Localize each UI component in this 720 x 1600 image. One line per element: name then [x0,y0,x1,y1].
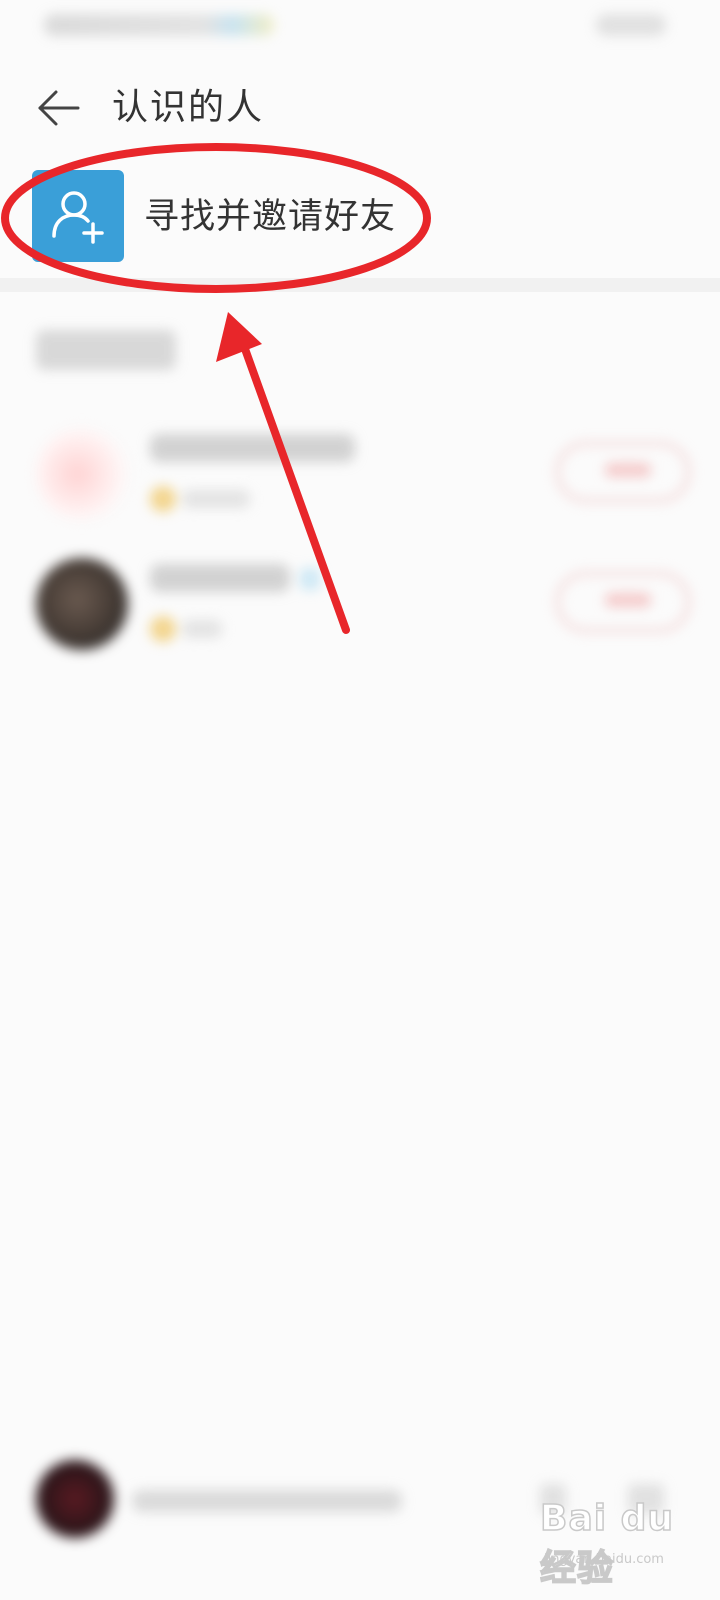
medal-icon [150,486,176,512]
back-button[interactable] [26,80,90,136]
find-invite-friends-item[interactable]: 寻找并邀请好友 [0,160,720,278]
contact-subtitle [182,490,250,508]
avatar [36,558,128,650]
annotation-arrow-head [216,312,262,362]
status-icons-left [44,14,274,36]
contact-item[interactable] [0,420,720,540]
now-playing-text [132,1490,402,1512]
contact-name [150,564,290,592]
medal-icon [150,616,176,642]
status-bar [0,0,720,60]
contact-name [150,434,355,462]
album-cover [36,1460,114,1538]
follow-button[interactable] [556,572,690,632]
status-icons-right [596,14,666,36]
contact-subtitle [182,620,222,638]
follow-button[interactable] [556,442,690,502]
contact-item[interactable] [0,550,720,670]
avatar [36,428,128,520]
add-user-icon [32,170,124,262]
section-header [36,330,176,370]
watermark-url: jingyan.baidu.com [544,1552,664,1567]
baidu-watermark: Bai du 经验 jingyan.baidu.com [539,1490,710,1590]
section-divider [0,278,720,292]
invite-label: 寻找并邀请好友 [144,197,397,237]
watermark-brand: Bai du 经验 [539,1497,675,1590]
header: 认识的人 [0,60,720,160]
arrow-left-icon [38,90,80,126]
page-title: 认识的人 [112,87,265,128]
verified-badge [300,568,320,590]
